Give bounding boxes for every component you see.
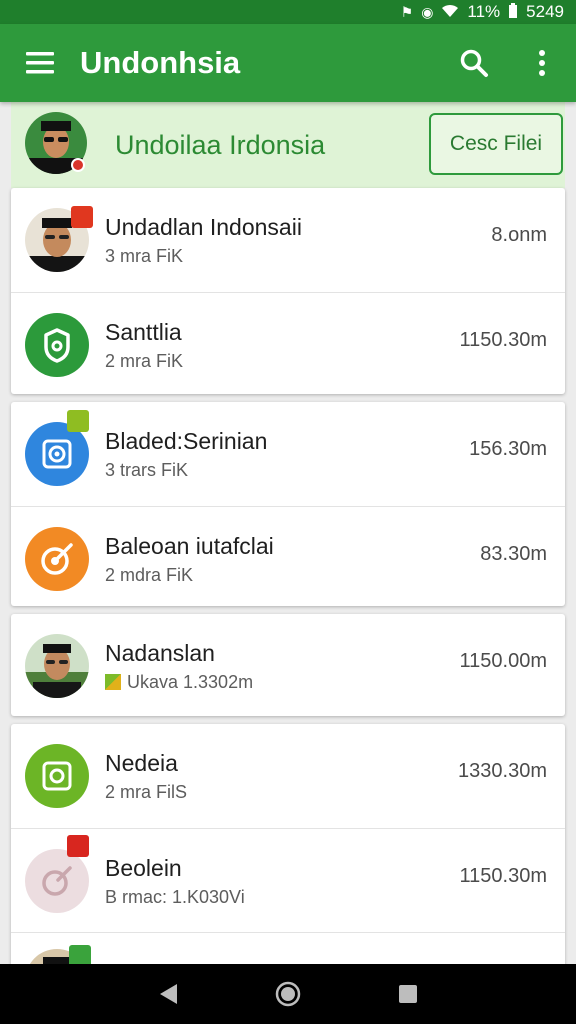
chat-time: 8.onm: [491, 224, 547, 246]
chat-name: Beolein: [105, 855, 182, 881]
home-icon[interactable]: [274, 980, 302, 1008]
system-nav-bar: [0, 964, 576, 1024]
hamburger-icon: [26, 52, 54, 74]
chat-time: 156.30m: [469, 438, 547, 460]
chat-name: Undadlan Indonsaii: [105, 214, 302, 240]
chat-name: Bladed:Serinian: [105, 428, 268, 454]
overflow-menu-button[interactable]: [508, 24, 576, 102]
target-icon: [25, 527, 89, 591]
status-bar: ⚑ ◉ 11% 5249: [0, 0, 576, 24]
menu-button[interactable]: [0, 24, 80, 102]
chat-time: 1330.30m: [458, 760, 547, 782]
battery-icon: [508, 3, 518, 21]
status-badge: [71, 206, 93, 228]
chat-subtitle: Ukava 1.3302m: [105, 672, 253, 693]
more-vert-icon: [539, 50, 545, 76]
chat-group-card: Bladed:Serinian 3 trars FiK 156.30m Bale…: [11, 402, 565, 606]
search-button[interactable]: [440, 24, 508, 102]
chat-subtitle: 3 mra FiK: [105, 246, 184, 266]
chat-row[interactable]: Nadanslan Ukava 1.3302m 1150.00m: [11, 614, 565, 716]
close-files-button[interactable]: Cesc Filei: [429, 113, 563, 175]
chat-row[interactable]: Beolein B rmac: 1.K030Vi 1150.30m: [11, 828, 565, 932]
check-icon: [105, 674, 121, 690]
target-icon: [25, 849, 89, 913]
chat-subtitle: 2 mra FilS: [105, 782, 188, 802]
chat-time: 83.30m: [480, 543, 547, 565]
status-badge: [67, 410, 89, 432]
avatar: [25, 112, 87, 174]
chat-subtitle: 2 mra FiK: [105, 351, 184, 371]
chat-group-card: Undadlan Indonsaii 3 mra FiK 8.onm Santt…: [11, 188, 565, 394]
battery-percent: 11%: [467, 2, 501, 21]
chat-time: 1150.00m: [459, 650, 547, 672]
box-icon: [25, 744, 89, 808]
recents-icon[interactable]: [397, 983, 419, 1005]
chat-row[interactable]: Baleoan iutafclai 2 mdra FiK 83.30m: [11, 506, 565, 606]
app-bar: Undonhsia: [0, 24, 576, 102]
chat-name: Santtlia: [105, 319, 182, 345]
sync-icon: ◉: [421, 4, 434, 20]
search-icon: [460, 49, 488, 77]
chat-subtitle: 2 mdra FiK: [105, 565, 194, 585]
group-name: Undoilaa Irdonsia: [115, 130, 326, 160]
wifi-icon: [441, 4, 459, 20]
chat-row[interactable]: Santtlia 2 mra FiK 1150.30m: [11, 292, 565, 394]
chat-subtitle: 3 trars FiK: [105, 460, 189, 480]
chat-group-card: Nadanslan Ukava 1.3302m 1150.00m: [11, 614, 565, 716]
notification-icon: ⚑: [400, 4, 414, 20]
chat-time: 1150.30m: [459, 865, 547, 887]
chat-row[interactable]: Bladed:Serinian 3 trars FiK 156.30m: [11, 402, 565, 506]
chat-group-card: Nedeia 2 mra FilS 1330.30m Beolein B rma…: [11, 724, 565, 974]
avatar: [25, 634, 89, 698]
clock: 5249: [526, 2, 564, 21]
shield-icon: [25, 313, 89, 377]
back-icon[interactable]: [157, 982, 179, 1006]
chat-name: Baleoan iutafclai: [105, 533, 274, 559]
chat-row[interactable]: Nedeia 2 mra FilS 1330.30m: [11, 724, 565, 828]
group-header[interactable]: Undoilaa Irdonsia Cesc Filei: [11, 102, 565, 188]
chat-time: 1150.30m: [459, 329, 547, 351]
status-badge: [67, 835, 89, 857]
chat-subtitle: B rmac: 1.K030Vi: [105, 887, 245, 907]
chat-row[interactable]: Undadlan Indonsaii 3 mra FiK 8.onm: [11, 188, 565, 292]
chat-name: Nadanslan: [105, 640, 215, 666]
chat-name: Nedeia: [105, 750, 178, 776]
app-title: Undonhsia: [80, 45, 241, 80]
